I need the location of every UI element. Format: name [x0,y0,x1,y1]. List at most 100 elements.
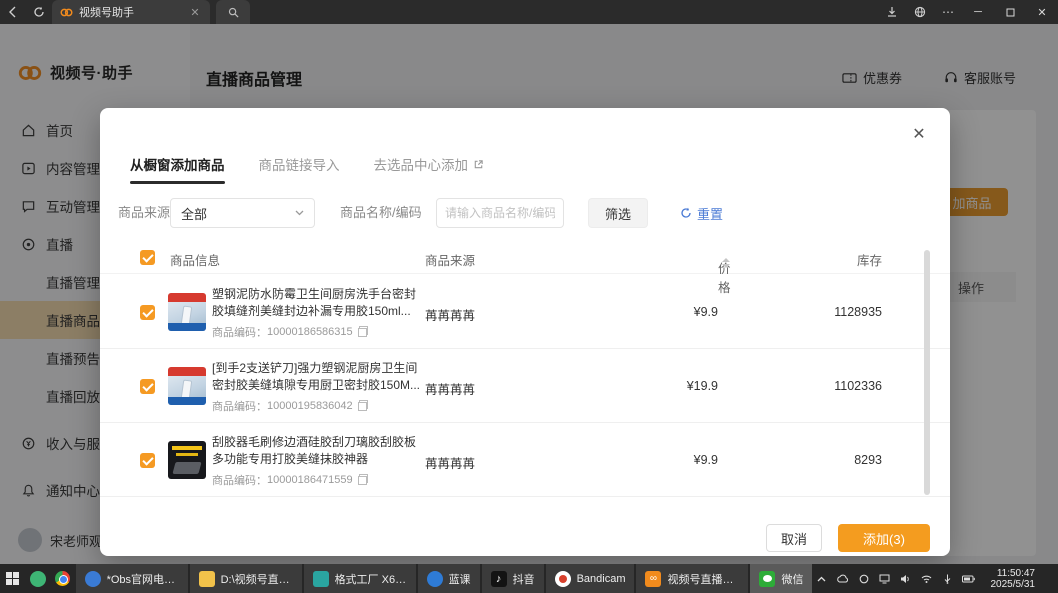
code-label: 商品编码： [212,398,267,414]
taskbar-app-folder[interactable]: D:\视频号直播... [190,564,302,593]
copy-icon[interactable] [357,400,369,412]
name-search-input[interactable] [436,198,564,228]
tab-label: 去选品中心添加 [374,154,469,174]
product-source: 苒苒苒苒 [425,305,475,324]
search-icon [228,7,239,18]
product-price: ¥9.9 [618,305,718,319]
titlebar-right: ⋯ ─ ✕ [878,0,1058,24]
product-price: ¥19.9 [618,379,718,393]
select-all-checkbox[interactable] [140,250,155,265]
search-tab[interactable] [216,0,250,24]
taskbar-app-channels-live[interactable]: ∞ 视频号直播伴侣 [636,564,748,593]
pinned-chat-app[interactable] [25,564,50,593]
taskbar-app-obs[interactable]: *Obs官网电脑... [76,564,188,593]
product-price: ¥9.9 [618,453,718,467]
tab-add-from-showcase[interactable]: 从橱窗添加商品 [130,154,225,184]
download-icon[interactable] [878,0,906,24]
col-stock: 库存 [762,250,882,269]
lanke-icon [427,571,443,587]
folder-icon [199,571,215,587]
start-button[interactable] [0,564,25,593]
product-text: 刮胶器毛刷修边酒硅胶刮刀璃胶刮胶板多功能专用打胶美缝抹胶神器 商品编码：1000… [212,434,424,488]
product-code: 商品编码：10000186586315 [212,324,424,340]
product-code: 商品编码：10000195836042 [212,398,424,414]
browser-tab[interactable]: 视频号助手 ✕ [52,0,210,24]
chat-app-icon [30,571,46,587]
page-content: 视频号·助手 首页 内容管理 互动管理 直播 [0,24,1058,564]
tray-display-icon[interactable] [878,571,892,587]
copy-icon[interactable] [357,474,369,486]
row-checkbox[interactable] [140,453,155,468]
source-select-value: 全部 [181,204,295,223]
tab-label: 从橱窗添加商品 [130,154,225,174]
product-row[interactable]: 刮胶器毛刷修边酒硅胶刮刀璃胶刮胶板多功能专用打胶美缝抹胶神器 商品编码：1000… [100,423,950,497]
screen: 视频号助手 ✕ ⋯ ─ ✕ 视频号·助手 [0,0,1058,593]
tab-close-icon[interactable]: ✕ [188,6,202,19]
row-checkbox[interactable] [140,379,155,394]
channels-favicon-icon [60,6,73,19]
product-stock: 8293 [762,453,882,467]
menu-dots-icon[interactable]: ⋯ [934,0,962,24]
copy-icon[interactable] [357,326,369,338]
close-button[interactable]: ✕ [1026,0,1058,24]
taskbar-app-lanke[interactable]: 蓝课 [418,564,480,593]
source-select[interactable]: 全部 [170,198,315,228]
back-icon[interactable] [0,0,26,24]
tab-title: 视频号助手 [79,4,182,20]
cancel-button[interactable]: 取消 [766,524,822,552]
tray-cloud-icon[interactable] [836,571,850,587]
modal-tabs: 从橱窗添加商品 商品链接导入 去选品中心添加 [130,154,484,184]
taskbar-app-douyin[interactable]: ♪ 抖音 [482,564,544,593]
confirm-add-button[interactable]: 添加(3) [838,524,930,552]
browser-titlebar: 视频号助手 ✕ ⋯ ─ ✕ [0,0,1058,24]
taskbar-app-wechat[interactable]: 微信 [750,564,812,593]
chrome-icon [55,571,70,586]
taskbar-app-label: 微信 [781,571,803,587]
product-source: 苒苒苒苒 [425,379,475,398]
tray-chevron-icon[interactable] [815,571,829,587]
tray-app-icon[interactable] [857,571,871,587]
modal-close-icon[interactable]: ✕ [910,126,928,144]
globe-icon[interactable] [906,0,934,24]
reset-button[interactable]: 重置 [680,198,723,228]
clock-date: 2025/5/31 [991,579,1036,590]
filter-button[interactable]: 筛选 [588,198,648,228]
product-stock: 1102336 [762,379,882,393]
code-value: 10000195836042 [267,400,353,412]
tab-import-link[interactable]: 商品链接导入 [259,154,340,184]
tray-battery-icon[interactable] [962,571,976,587]
wechat-icon [759,571,775,587]
name-filter-label: 商品名称/编码 [340,198,422,228]
col-product-info: 商品信息 [170,250,220,269]
maximize-button[interactable] [994,0,1026,24]
tray-volume-icon[interactable] [899,571,913,587]
clock-time: 11:50:47 [991,568,1036,579]
channels-live-icon: ∞ [645,571,661,587]
refresh-icon[interactable] [26,0,52,24]
tiktok-icon: ♪ [491,571,507,587]
modal-scrollbar-thumb[interactable] [924,250,930,495]
tab-label: 商品链接导入 [259,154,340,174]
taskbar-app-bandicam[interactable]: Bandicam [546,564,635,593]
table-header: 商品信息 商品来源 价格 库存 [100,242,950,274]
add-products-modal: ✕ 从橱窗添加商品 商品链接导入 去选品中心添加 商品来源 全部 [100,108,950,556]
minimize-button[interactable]: ─ [962,0,994,24]
taskbar-clock[interactable]: 11:50:47 2025/5/31 [983,568,1042,590]
tray-usb-icon[interactable] [941,571,955,587]
product-title: 塑钢泥防水防霉卫生间厨房洗手台密封胶填缝剂美缝封边补漏专用胶150ml... [212,286,424,320]
taskbar-app-label: 抖音 [513,571,535,587]
chrome-app[interactable] [50,564,75,593]
formatfactory-icon [313,571,329,587]
product-row[interactable]: [到手2支送铲刀]强力塑钢泥厨房卫生间密封胶美缝填隙专用厨卫密封胶150M...… [100,349,950,423]
product-row[interactable]: 塑钢泥防水防霉卫生间厨房洗手台密封胶填缝剂美缝封边补漏专用胶150ml... 商… [100,275,950,349]
taskbar: *Obs官网电脑... D:\视频号直播... 格式工厂 X64 ... 蓝课 … [0,564,1058,593]
taskbar-app-label: Bandicam [577,573,626,585]
bandicam-icon [555,571,571,587]
taskbar-app-formatfactory[interactable]: 格式工厂 X64 ... [304,564,416,593]
browser-app-icon [85,571,101,587]
tray-network-icon[interactable] [920,571,934,587]
reset-icon [680,207,692,219]
product-text: 塑钢泥防水防霉卫生间厨房洗手台密封胶填缝剂美缝封边补漏专用胶150ml... 商… [212,286,424,340]
row-checkbox[interactable] [140,305,155,320]
tab-selection-center[interactable]: 去选品中心添加 [374,154,485,184]
